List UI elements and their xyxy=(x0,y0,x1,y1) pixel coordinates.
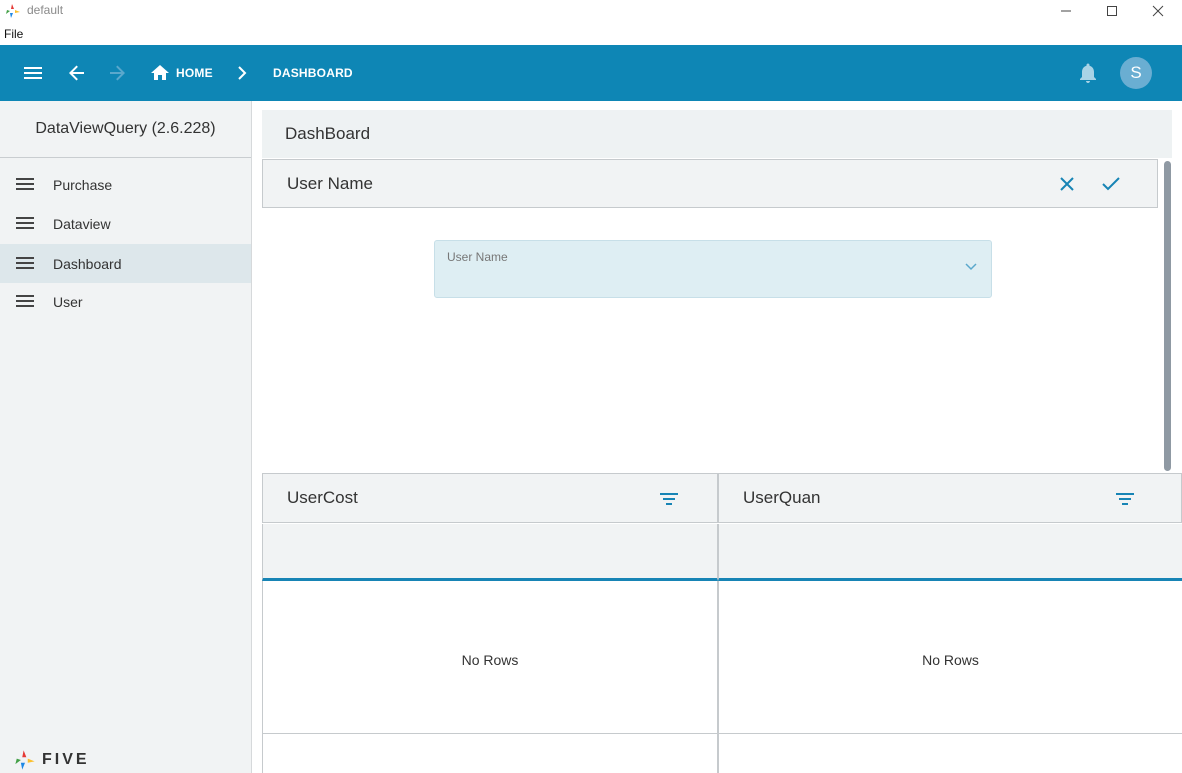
chevron-down-icon xyxy=(965,263,977,271)
check-icon xyxy=(1102,177,1120,191)
chevron-right-icon xyxy=(238,66,247,80)
grid-title: UserQuan xyxy=(743,488,821,507)
home-crumb-icon[interactable] xyxy=(150,64,170,82)
cancel-button[interactable] xyxy=(1055,172,1079,196)
sidebar-item-label: Dataview xyxy=(53,215,111,232)
grid-footer xyxy=(718,733,1182,773)
forward-button[interactable] xyxy=(106,62,128,84)
app-name: DataViewQuery (2.6.228) xyxy=(0,101,251,158)
sidebar-item-dashboard[interactable]: Dashboard xyxy=(0,244,251,283)
sidebar-item-label: Dashboard xyxy=(53,255,122,272)
grid-body: No Rows xyxy=(262,581,718,734)
list-menu-icon xyxy=(16,178,34,190)
form-panel-header: User Name xyxy=(262,159,1158,208)
sidebar-item-label: User xyxy=(53,293,83,310)
no-rows-text: No Rows xyxy=(461,652,519,668)
confirm-button[interactable] xyxy=(1099,172,1123,196)
user-name-select[interactable]: User Name xyxy=(434,240,992,298)
maximize-icon xyxy=(1107,6,1117,16)
list-menu-icon xyxy=(16,217,34,229)
hamburger-menu-button[interactable] xyxy=(22,62,44,84)
breadcrumb-separator xyxy=(235,65,249,81)
maximize-button[interactable] xyxy=(1090,0,1134,22)
cancel-x-icon xyxy=(1060,177,1074,191)
list-menu-icon xyxy=(16,295,34,307)
grid-body: No Rows xyxy=(718,581,1182,734)
no-rows-text: No Rows xyxy=(922,652,979,668)
grid-column-header xyxy=(718,524,1182,581)
grid-column-header xyxy=(262,524,718,581)
user-avatar[interactable]: S xyxy=(1120,57,1152,89)
forward-arrow-icon xyxy=(110,65,125,81)
app-header: HOME DASHBOARD S xyxy=(0,45,1182,101)
form-scrollbar[interactable] xyxy=(1162,159,1174,473)
filter-icon xyxy=(1116,493,1134,505)
main-content: DashBoard User Name User Name UserCost N… xyxy=(252,101,1182,773)
notifications-button[interactable] xyxy=(1077,62,1099,84)
grid-header-usercost: UserCost xyxy=(262,473,718,523)
sidebar: DataViewQuery (2.6.228) Purchase Datavie… xyxy=(0,101,252,773)
breadcrumb-dashboard: DASHBOARD xyxy=(273,66,353,80)
menu-file[interactable]: File xyxy=(4,27,23,41)
minimize-icon xyxy=(1061,10,1071,12)
back-arrow-icon xyxy=(69,65,84,81)
filter-icon xyxy=(660,493,678,505)
bell-icon xyxy=(1080,63,1096,83)
list-menu-icon xyxy=(16,257,34,269)
sidebar-item-dataview[interactable]: Dataview xyxy=(0,204,251,243)
grid-title: UserCost xyxy=(287,488,358,507)
grid-footer xyxy=(262,733,718,773)
filter-button[interactable] xyxy=(1114,488,1136,510)
window-title: default xyxy=(27,3,64,17)
five-logo-icon xyxy=(6,4,20,18)
filter-button[interactable] xyxy=(658,488,680,510)
home-icon xyxy=(151,65,169,80)
sidebar-item-purchase[interactable]: Purchase xyxy=(0,165,251,204)
minimize-button[interactable] xyxy=(1044,0,1088,22)
page-header: DashBoard xyxy=(262,110,1172,158)
breadcrumb-home[interactable]: HOME xyxy=(176,66,213,80)
brand-wordmark: FIVE xyxy=(42,751,90,768)
menu-bar: File xyxy=(0,24,1182,44)
field-label: User Name xyxy=(447,250,508,264)
five-brand-logo: FIVE xyxy=(14,749,90,771)
sidebar-item-label: Purchase xyxy=(53,176,113,193)
grid-header-userquan: UserQuan xyxy=(718,473,1182,523)
close-window-icon xyxy=(1152,5,1164,17)
back-button[interactable] xyxy=(66,62,88,84)
page-title: DashBoard xyxy=(285,124,371,143)
scrollbar-thumb[interactable] xyxy=(1164,161,1171,471)
form-title: User Name xyxy=(287,174,373,193)
close-window-button[interactable] xyxy=(1136,0,1180,22)
hamburger-menu-icon xyxy=(24,67,42,79)
sidebar-item-user[interactable]: User xyxy=(0,282,251,321)
window-titlebar: default xyxy=(0,0,1182,22)
five-logo-icon xyxy=(15,750,35,770)
